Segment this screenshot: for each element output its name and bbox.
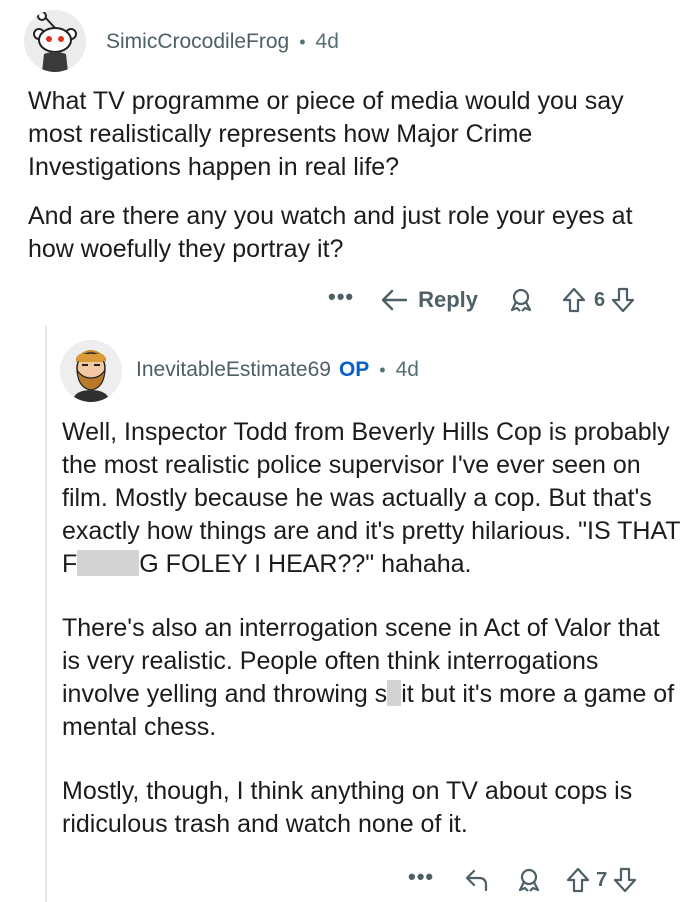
parent-timestamp: 4d [315,30,339,53]
reply-paragraph-3: Mostly, though, I think anything on TV a… [62,777,633,838]
reply-paragraph-1-end: G FOLEY I HEAR??" hahaha. [139,550,472,578]
reply-paragraph-1: Well, Inspector Todd from Beverly Hills … [62,416,682,581]
parent-comment-body: What TV programme or piece of media woul… [28,85,678,266]
reply-comment-meta: InevitableEstimate69 OP • 4d [136,352,419,388]
reply-action-bar: ••• 7 [408,860,637,900]
reply-button[interactable]: Reply [380,287,478,313]
reply-arrow-icon[interactable] [464,867,492,893]
reply-avatar[interactable] [60,340,122,402]
parent-vote-count: 6 [594,288,606,311]
more-options-button[interactable]: ••• [328,286,354,313]
award-icon[interactable] [516,867,542,893]
reply-author[interactable]: InevitableEstimate69 [136,358,331,382]
upvote-arrow-icon[interactable] [566,867,590,893]
censor-redaction [387,680,402,706]
op-badge: OP [338,358,370,381]
censor-redaction [77,550,140,576]
parent-action-bar: ••• Reply 6 [328,280,635,320]
more-options-button[interactable]: ••• [408,866,434,893]
parent-comment-meta: SimicCrocodileFrog • 4d [106,24,339,60]
upvote-arrow-icon[interactable] [562,287,586,313]
parent-avatar[interactable] [24,10,86,72]
parent-author[interactable]: SimicCrocodileFrog [106,30,289,54]
downvote-arrow-icon[interactable] [611,287,635,313]
reply-label: Reply [418,287,479,312]
parent-paragraph-1: What TV programme or piece of media woul… [28,87,624,181]
reply-timestamp: 4d [395,358,419,381]
reddit-snoo-avatar-icon [24,10,86,72]
downvote-arrow-icon[interactable] [613,867,637,893]
bearded-man-avatar-icon [60,340,122,402]
meta-separator: • [299,31,306,52]
parent-paragraph-2: And are there any you watch and just rol… [28,202,633,263]
award-icon[interactable] [508,287,534,313]
reply-vote-count: 7 [596,868,608,891]
meta-separator: • [379,359,386,380]
reply-arrow-icon [380,288,410,312]
thread-line[interactable] [45,326,47,902]
reply-paragraph-2: There's also an interrogation scene in A… [62,612,682,744]
reply-comment-body: Well, Inspector Todd from Beverly Hills … [62,416,682,841]
